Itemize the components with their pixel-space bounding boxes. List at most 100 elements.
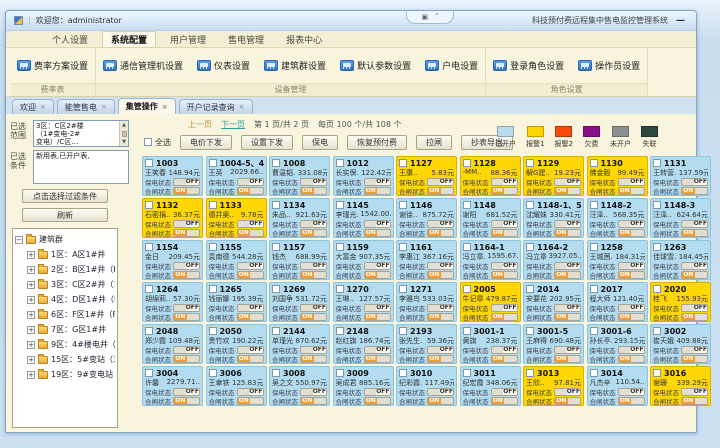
meter-card[interactable]: 1148-1、5#2 沈耀妹 330.41元 保电状态 OFF 合闸状态 ON bbox=[523, 198, 584, 238]
card-checkbox[interactable] bbox=[272, 159, 280, 167]
close-tab-icon[interactable]: × bbox=[162, 103, 168, 111]
document-tab[interactable]: 集管操作 × bbox=[118, 98, 176, 114]
meter-card[interactable]: 2020 桂飞 155.93元 保电状态 OFF 合闸状态 ON bbox=[650, 282, 711, 322]
document-tab[interactable]: 能管售电 × bbox=[57, 99, 115, 114]
meter-card[interactable]: 1155 袁南德 544.28元 保电状态 OFF 合闸状态 ON bbox=[206, 240, 267, 280]
switch-toggle[interactable]: ON bbox=[554, 397, 581, 405]
listbox-scrollbar[interactable]: ▲ ▼ bbox=[119, 121, 128, 146]
expand-expander-icon[interactable]: + bbox=[27, 326, 35, 334]
toolbar-button[interactable]: 拉闸 bbox=[416, 135, 452, 150]
switch-toggle[interactable]: ON bbox=[491, 271, 518, 279]
tree-item[interactable]: + 3区：C区2#井（1#变… bbox=[15, 277, 115, 292]
close-tab-icon[interactable]: × bbox=[40, 103, 46, 111]
card-checkbox[interactable] bbox=[526, 327, 534, 335]
power-keep-toggle[interactable]: OFF bbox=[554, 262, 581, 270]
switch-toggle[interactable]: ON bbox=[300, 397, 327, 405]
card-checkbox[interactable] bbox=[209, 159, 217, 167]
switch-toggle[interactable]: ON bbox=[300, 187, 327, 195]
meter-card[interactable]: 1132 石密捐.. 36.37元 保电状态 OFF 合闸状态 ON bbox=[142, 198, 203, 238]
card-checkbox[interactable] bbox=[590, 159, 598, 167]
menu-tab[interactable]: 个人设置 bbox=[44, 32, 96, 47]
meter-card[interactable]: 3001-1 黄旗 238.37元 保电状态 OFF 合闸状态 ON bbox=[460, 324, 521, 364]
power-keep-toggle[interactable]: OFF bbox=[554, 178, 581, 186]
menu-tab[interactable]: 售电管理 bbox=[220, 32, 272, 47]
power-keep-toggle[interactable]: OFF bbox=[364, 304, 391, 312]
ribbon-button[interactable]: 默认参数设置 bbox=[333, 51, 418, 81]
meter-card[interactable]: 3004 许馨 2279.71.. 保电状态 OFF 合闸状态 ON bbox=[142, 366, 203, 406]
meter-card[interactable]: 2017 程大师 121.40元 保电状态 OFF 合闸状态 ON bbox=[587, 282, 648, 322]
expand-expander-icon[interactable]: + bbox=[27, 311, 35, 319]
card-checkbox[interactable] bbox=[272, 369, 280, 377]
card-checkbox[interactable] bbox=[463, 159, 471, 167]
toolbar-button[interactable]: 保电 bbox=[302, 135, 338, 150]
card-checkbox[interactable] bbox=[399, 201, 407, 209]
switch-toggle[interactable]: ON bbox=[237, 271, 264, 279]
power-keep-toggle[interactable]: OFF bbox=[300, 178, 327, 186]
tree-item[interactable]: + 6区：F区1#井（F区1#… bbox=[15, 307, 115, 322]
power-keep-toggle[interactable]: OFF bbox=[491, 388, 518, 396]
meter-card[interactable]: 1145 李瑾光.. 1542.00.. 保电状态 OFF 合闸状态 ON bbox=[333, 198, 394, 238]
power-keep-toggle[interactable]: OFF bbox=[491, 262, 518, 270]
power-keep-toggle[interactable]: OFF bbox=[300, 220, 327, 228]
meter-card[interactable]: 3010 纪彩霞.. 117.49元 保电状态 OFF 合闸状态 ON bbox=[396, 366, 457, 406]
power-keep-toggle[interactable]: OFF bbox=[364, 220, 391, 228]
switch-toggle[interactable]: ON bbox=[427, 313, 454, 321]
meter-card[interactable]: 1164-1 冯立章.. 1595.67.. 保电状态 OFF 合闸状态 ON bbox=[460, 240, 521, 280]
switch-toggle[interactable]: ON bbox=[364, 355, 391, 363]
meter-card[interactable]: 1161 李惠江 367.16元 保电状态 OFF 合闸状态 ON bbox=[396, 240, 457, 280]
meter-card[interactable]: 3001-5 王麻得 690.48元 保电状态 OFF 合闸状态 ON bbox=[523, 324, 584, 364]
expand-expander-icon[interactable]: + bbox=[27, 296, 35, 304]
switch-toggle[interactable]: ON bbox=[237, 313, 264, 321]
close-tab-icon[interactable]: × bbox=[239, 103, 245, 111]
meter-card[interactable]: 3009 吴成君 885.16元 保电状态 OFF 合闸状态 ON bbox=[333, 366, 394, 406]
card-checkbox[interactable] bbox=[590, 243, 598, 251]
selected-condition-textbox[interactable]: 新用表,已开户表, bbox=[33, 150, 129, 184]
switch-toggle[interactable]: ON bbox=[554, 313, 581, 321]
meter-card[interactable]: 3014 凡杰辛 110.54.. 保电状态 OFF 合闸状态 ON bbox=[587, 366, 648, 406]
meter-card[interactable]: 1133 德井奥.. 9.78元 保电状态 OFF 合闸状态 ON bbox=[206, 198, 267, 238]
card-checkbox[interactable] bbox=[272, 327, 280, 335]
card-checkbox[interactable] bbox=[272, 285, 280, 293]
prev-page-link[interactable]: 上一页 bbox=[188, 119, 212, 130]
switch-toggle[interactable]: ON bbox=[681, 313, 708, 321]
power-keep-toggle[interactable]: OFF bbox=[364, 346, 391, 354]
card-checkbox[interactable] bbox=[336, 285, 344, 293]
toolbar-button[interactable]: 电价下发 bbox=[180, 135, 232, 150]
expand-expander-icon[interactable]: + bbox=[27, 341, 35, 349]
power-keep-toggle[interactable]: OFF bbox=[681, 388, 708, 396]
power-keep-toggle[interactable]: OFF bbox=[173, 346, 200, 354]
tree-item[interactable]: + 1区：A区1#井 bbox=[15, 247, 115, 262]
ribbon-button[interactable]: 登录角色设置 bbox=[486, 51, 571, 81]
card-checkbox[interactable] bbox=[653, 327, 661, 335]
card-checkbox[interactable] bbox=[272, 201, 280, 209]
switch-toggle[interactable]: ON bbox=[300, 313, 327, 321]
card-checkbox[interactable] bbox=[463, 327, 471, 335]
power-keep-toggle[interactable]: OFF bbox=[173, 304, 200, 312]
tree-item[interactable]: + 4区：D区1#井（D区1… bbox=[15, 292, 115, 307]
card-checkbox[interactable] bbox=[145, 327, 153, 335]
ribbon-button[interactable]: 建筑群设置 bbox=[257, 51, 333, 81]
expand-expander-icon[interactable]: + bbox=[27, 281, 35, 289]
power-keep-toggle[interactable]: OFF bbox=[554, 220, 581, 228]
card-checkbox[interactable] bbox=[526, 201, 534, 209]
card-checkbox[interactable] bbox=[590, 285, 598, 293]
power-keep-toggle[interactable]: OFF bbox=[681, 346, 708, 354]
card-checkbox[interactable] bbox=[526, 243, 534, 251]
power-keep-toggle[interactable]: OFF bbox=[681, 304, 708, 312]
switch-toggle[interactable]: ON bbox=[681, 397, 708, 405]
power-keep-toggle[interactable]: OFF bbox=[364, 388, 391, 396]
meter-card[interactable]: 1157 钱杰 688.99元 保电状态 OFF 合闸状态 ON bbox=[269, 240, 330, 280]
toolbar-button[interactable]: 恢复预付费 bbox=[347, 135, 407, 150]
switch-toggle[interactable]: ON bbox=[681, 229, 708, 237]
tree-item[interactable]: + 19区：9#变电站（2#… bbox=[15, 367, 115, 382]
tree-item[interactable]: + 2区：B区1#井（B区1#… bbox=[15, 262, 115, 277]
card-checkbox[interactable] bbox=[590, 327, 598, 335]
card-checkbox[interactable] bbox=[653, 243, 661, 251]
power-keep-toggle[interactable]: OFF bbox=[618, 304, 645, 312]
switch-toggle[interactable]: ON bbox=[237, 187, 264, 195]
card-checkbox[interactable] bbox=[653, 201, 661, 209]
meter-card[interactable]: 1012 长实保.. 122.42元 保电状态 OFF 合闸状态 ON bbox=[333, 156, 394, 196]
switch-toggle[interactable]: ON bbox=[491, 355, 518, 363]
meter-card[interactable]: 1146 谢徐.. 875.72元 保电状态 OFF 合闸状态 ON bbox=[396, 198, 457, 238]
meter-card[interactable]: 1127 王康.. 5.83元 保电状态 OFF 合闸状态 ON bbox=[396, 156, 457, 196]
